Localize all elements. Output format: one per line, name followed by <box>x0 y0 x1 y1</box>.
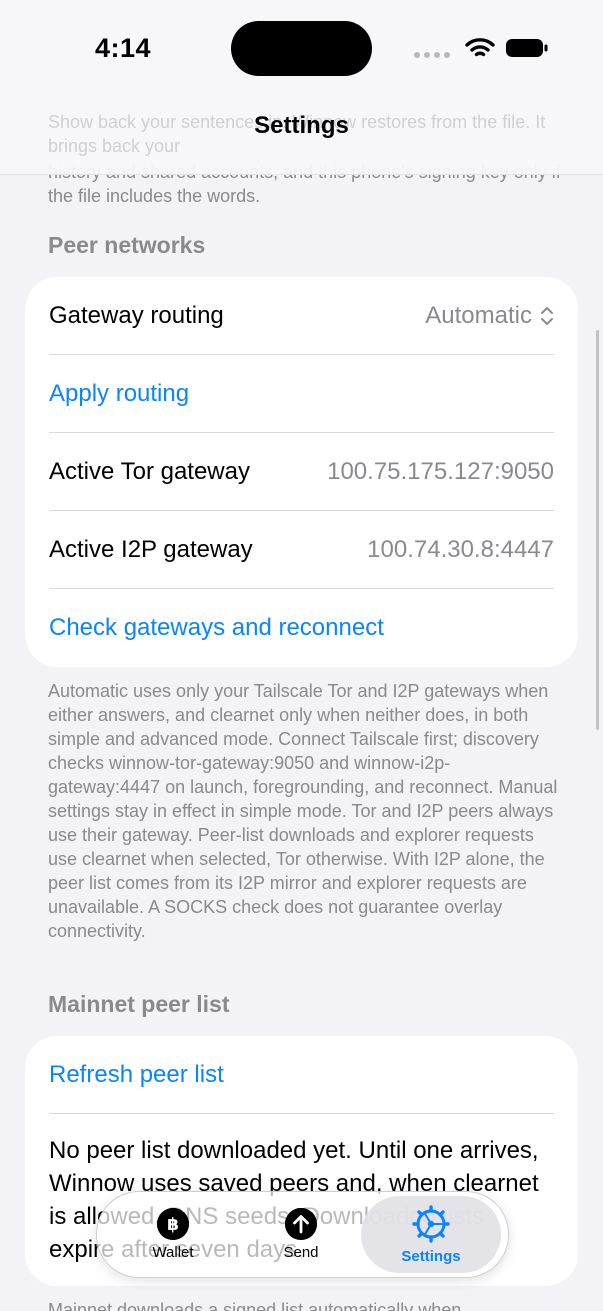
page-title: Settings <box>254 112 349 139</box>
battery-icon <box>506 39 548 57</box>
peer-networks-footnote: Automatic uses only your Tailscale Tor a… <box>48 681 558 941</box>
bitcoin-icon: ฿ <box>157 1208 189 1240</box>
tab-wallet[interactable]: ฿ Wallet <box>127 1192 219 1277</box>
tor-gateway-label: Active Tor gateway <box>49 458 250 485</box>
gateway-routing-value: Automatic <box>425 302 532 329</box>
gateway-routing-picker[interactable]: Automatic <box>425 302 554 330</box>
gateway-routing-label: Gateway routing <box>49 302 224 329</box>
i2p-gateway-label: Active I2P gateway <box>49 536 253 563</box>
svg-text:฿: ฿ <box>167 1215 179 1235</box>
i2p-gateway-value: 100.74.30.8:4447 <box>367 536 554 563</box>
gateway-routing-row[interactable]: Gateway routing Automatic <box>25 277 578 355</box>
mainnet-peer-list-header: Mainnet peer list <box>48 991 230 1017</box>
status-indicators <box>414 34 549 62</box>
status-time: 4:14 <box>95 33 152 63</box>
tab-send[interactable]: Send <box>255 1192 347 1277</box>
mainnet-footnote: Mainnet downloads a signed list automati… <box>48 1300 462 1311</box>
tab-settings-label: Settings <box>401 1248 461 1265</box>
refresh-peer-list-button[interactable]: Refresh peer list <box>49 1061 224 1089</box>
tab-wallet-label: Wallet <box>152 1244 194 1261</box>
tor-gateway-value: 100.75.175.127:9050 <box>327 458 554 485</box>
apply-routing-row[interactable]: Apply routing <box>25 355 578 433</box>
peer-networks-header: Peer networks <box>48 232 206 258</box>
peer-networks-card: Gateway routing Automatic Apply routing … <box>25 277 578 667</box>
check-gateways-button[interactable]: Check gateways and reconnect <box>49 614 384 642</box>
scroll-indicator[interactable] <box>596 330 599 730</box>
settings-screen: history and shared accounts, and this ph… <box>0 0 603 1311</box>
tab-settings[interactable]: Settings <box>361 1196 501 1273</box>
i2p-gateway-row: Active I2P gateway 100.74.30.8:4447 <box>25 511 578 589</box>
navigation-header: Show back your sentences in. Winnow rest… <box>0 0 603 175</box>
dynamic-island <box>231 21 372 76</box>
tor-gateway-row: Active Tor gateway 100.75.175.127:9050 <box>25 433 578 511</box>
tab-send-label: Send <box>283 1244 319 1261</box>
chevron-up-down-icon <box>541 307 553 325</box>
signal-dots-icon <box>414 52 450 58</box>
check-gateways-row[interactable]: Check gateways and reconnect <box>25 589 578 667</box>
arrow-up-icon <box>285 1208 317 1240</box>
tab-bar: ฿ Wallet Send Settings <box>96 1191 509 1278</box>
refresh-peer-list-row[interactable]: Refresh peer list <box>25 1036 578 1114</box>
gear-icon <box>412 1205 450 1243</box>
wifi-icon <box>465 38 495 57</box>
apply-routing-button[interactable]: Apply routing <box>49 380 189 408</box>
